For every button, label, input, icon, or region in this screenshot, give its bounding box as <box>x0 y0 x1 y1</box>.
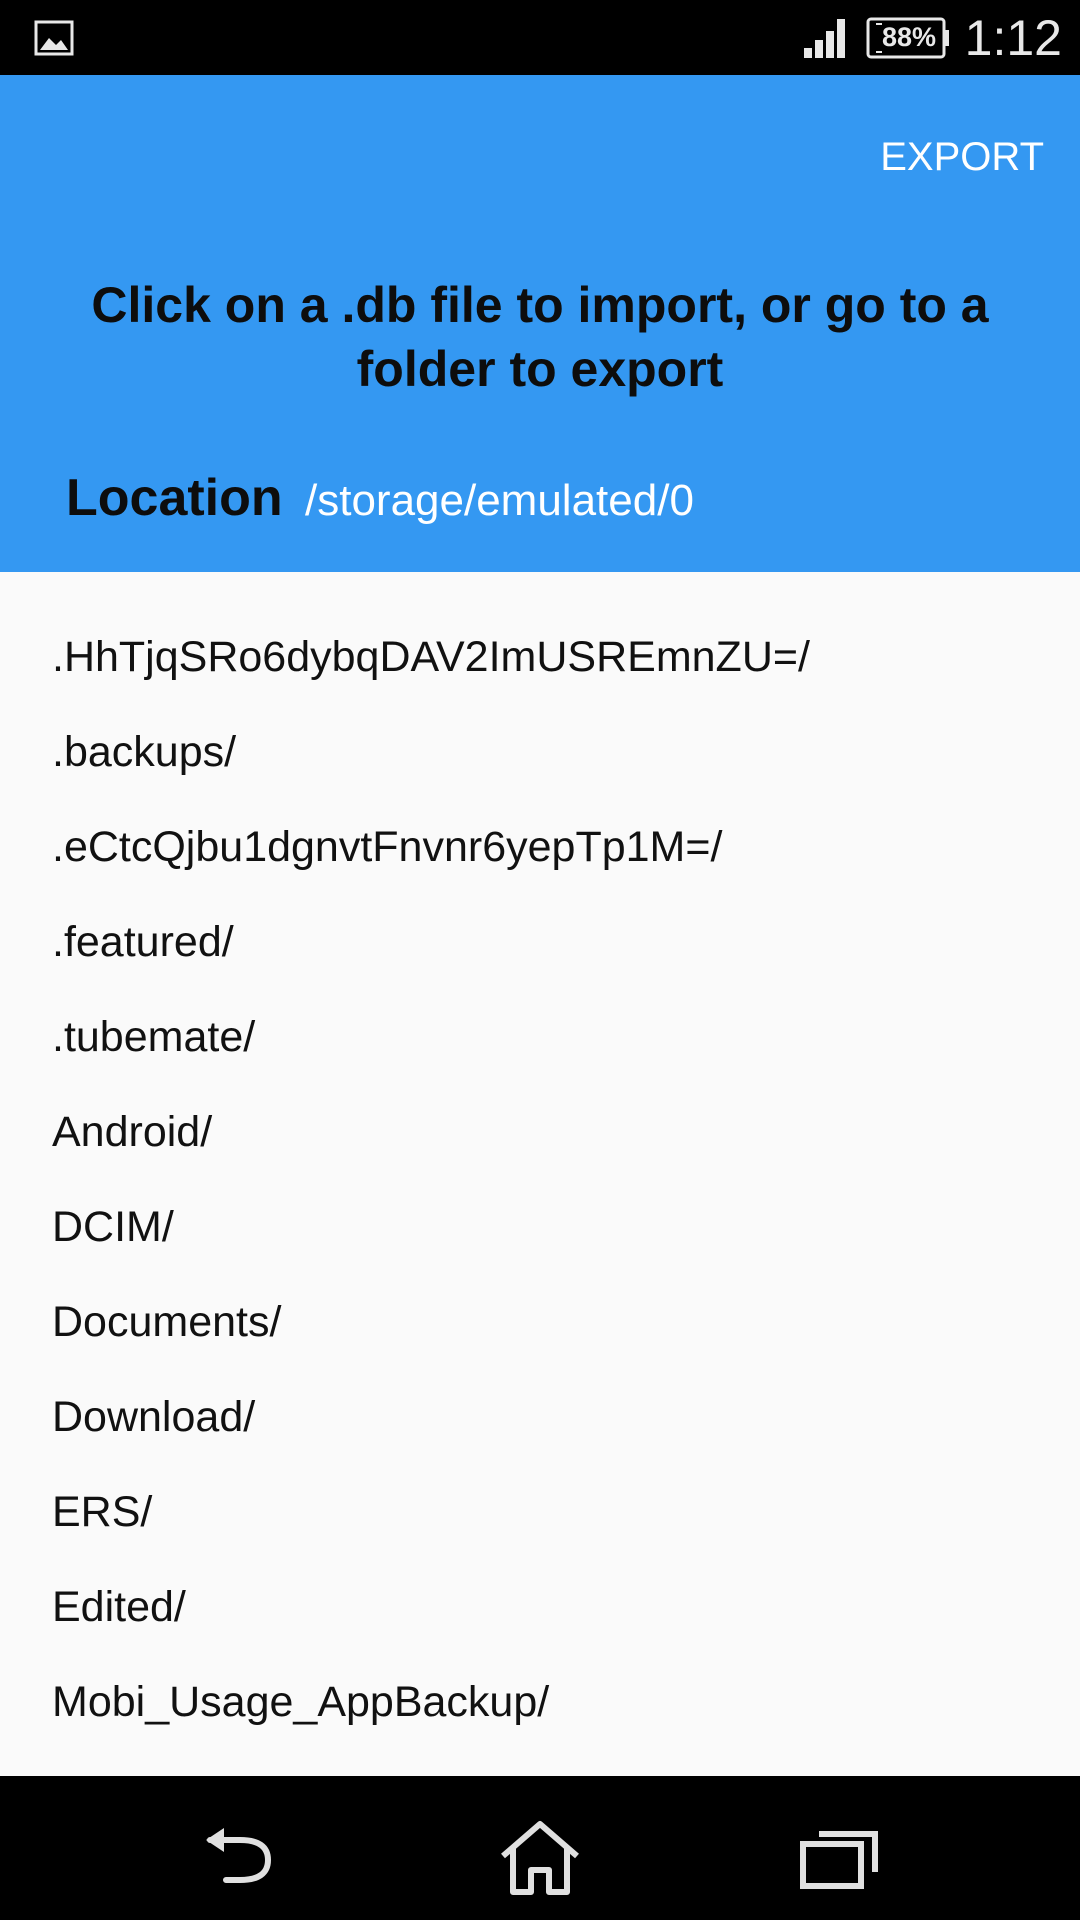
file-item[interactable]: ERS/ <box>0 1465 1080 1560</box>
gallery-icon <box>34 20 74 56</box>
back-icon[interactable] <box>196 1818 286 1898</box>
clock: 1:12 <box>964 10 1062 66</box>
location-label: Location <box>66 469 283 527</box>
file-item[interactable]: .eCtcQjbu1dgnvtFnvnr6yepTp1M=/ <box>0 800 1080 895</box>
file-item[interactable]: Android/ <box>0 1085 1080 1180</box>
navigation-bar <box>0 1776 1080 1920</box>
file-item[interactable]: Download/ <box>0 1370 1080 1465</box>
file-item[interactable]: Mobi_Usage_AppBackup/ <box>0 1655 1080 1750</box>
file-list: .HhTjqSRo6dybqDAV2ImUSREmnZU=/ .backups/… <box>0 610 1080 1750</box>
file-item[interactable]: .backups/ <box>0 705 1080 800</box>
location-path: /storage/emulated/0 <box>305 476 694 525</box>
header: EXPORT Click on a .db file to import, or… <box>0 75 1080 572</box>
home-icon[interactable] <box>495 1818 585 1898</box>
export-button[interactable]: EXPORT <box>880 133 1044 181</box>
instruction-text: Click on a .db file to import, or go to … <box>91 277 989 397</box>
battery-percent: 88% <box>881 22 937 52</box>
signal-icon <box>804 19 845 58</box>
file-item[interactable]: DCIM/ <box>0 1180 1080 1275</box>
status-bar: 88% 1:12 <box>0 0 1080 75</box>
file-item[interactable]: Edited/ <box>0 1560 1080 1655</box>
file-item[interactable]: .tubemate/ <box>0 990 1080 1085</box>
file-item[interactable]: .HhTjqSRo6dybqDAV2ImUSREmnZU=/ <box>0 610 1080 705</box>
recent-apps-icon[interactable] <box>795 1818 885 1898</box>
file-item[interactable]: Documents/ <box>0 1275 1080 1370</box>
file-item[interactable]: .featured/ <box>0 895 1080 990</box>
